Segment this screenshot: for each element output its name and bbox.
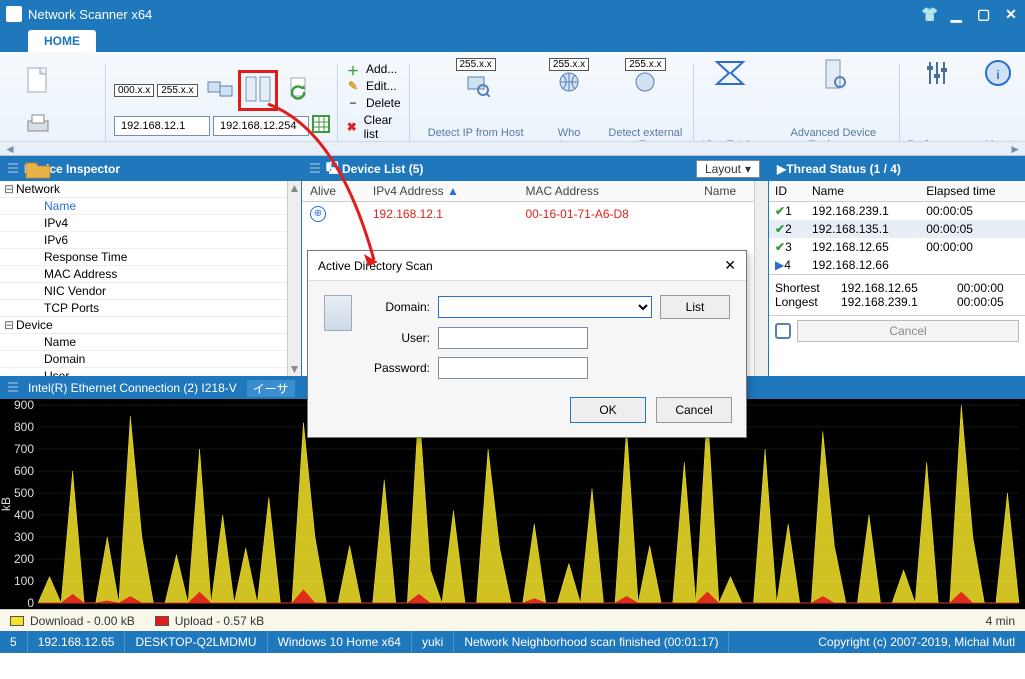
status-bar: 5 192.168.12.65 DESKTOP-Q2LMDMU Windows … <box>0 631 1025 653</box>
svg-text:i: i <box>996 68 999 82</box>
ribbon-group-range: 000.x.x 255.x.x 192.168.12.1 192.168.12.… <box>106 58 338 151</box>
print-icon[interactable] <box>18 104 58 144</box>
ribbon-group-file <box>4 58 106 151</box>
svg-text:700: 700 <box>14 442 34 456</box>
svg-text:600: 600 <box>14 464 34 478</box>
svg-text:0: 0 <box>27 596 34 609</box>
dialog-close-icon[interactable]: ✕ <box>724 257 736 274</box>
inspector-scrollbar[interactable]: ▲▼ <box>287 181 301 376</box>
svg-text:800: 800 <box>14 420 34 434</box>
nic-name-2: イーサ <box>247 380 295 397</box>
inspector-field[interactable]: Response Time <box>0 249 301 266</box>
delete-button[interactable]: −Delete <box>346 96 401 110</box>
window-title: Network Scanner x64 <box>28 7 913 22</box>
ip-from-input[interactable]: 192.168.12.1 <box>114 116 210 136</box>
nic-name: Intel(R) Ethernet Connection (2) I218-V <box>28 381 237 395</box>
svg-text:900: 900 <box>14 399 34 412</box>
password-input[interactable] <box>438 357 588 379</box>
thread-row[interactable]: ✔2192.168.135.100:00:05 <box>769 220 1025 238</box>
ribbon-about[interactable]: i About <box>975 58 1021 151</box>
stop-icon[interactable] <box>775 323 791 339</box>
inspector-field[interactable]: MAC Address <box>0 266 301 283</box>
table-row: ⊕ 192.168.12.1 00-16-01-71-A6-D8 <box>302 202 768 226</box>
svg-text:kB: kB <box>0 497 13 511</box>
add-button[interactable]: ＋Add... <box>346 62 397 76</box>
layout-dropdown[interactable]: Layout▾ <box>696 160 760 178</box>
inspector-field[interactable]: IPv6 <box>0 232 301 249</box>
device-inspector-pane: Device Inspector ⊟Network Name IPv4IPv6R… <box>0 157 302 376</box>
tab-strip: HOME <box>0 28 1025 52</box>
edit-button[interactable]: ✎Edit... <box>346 79 397 93</box>
minimize-icon[interactable]: ▁ <box>948 6 964 23</box>
ribbon-adv-explorer[interactable]: Advanced Device Explorer... <box>767 58 900 151</box>
refresh-range-icon[interactable] <box>287 75 313 106</box>
inspector-field[interactable]: IPv4 <box>0 215 301 232</box>
ribbon-virustotal[interactable]: VirusTotal... <box>694 58 767 151</box>
cancel-threads-button[interactable]: Cancel <box>797 320 1019 342</box>
active-directory-button[interactable] <box>238 70 278 111</box>
tab-home[interactable]: HOME <box>28 30 96 52</box>
active-directory-dialog: Active Directory Scan✕ Domain:List User:… <box>307 250 747 438</box>
device-list-table[interactable]: Alive IPv4 Address ▲ MAC Address Name ⊕ … <box>302 181 768 225</box>
inspector-field[interactable]: NIC Vendor <box>0 283 301 300</box>
svg-text:300: 300 <box>14 530 34 544</box>
theme-icon[interactable]: 👕 <box>921 6 937 23</box>
thread-table: IDNameElapsed time ✔1192.168.239.100:00:… <box>769 181 1025 274</box>
ribbon-preferences[interactable]: Preferences <box>900 58 975 151</box>
svg-text:100: 100 <box>14 574 34 588</box>
app-icon <box>6 6 22 22</box>
maximize-icon[interactable]: ▢ <box>976 6 992 23</box>
new-icon[interactable] <box>18 60 58 100</box>
ribbon-detect-ext[interactable]: 255.x.x Detect external IP... <box>597 58 693 151</box>
ribbon-whois[interactable]: 255.x.x Who Is... <box>541 58 597 151</box>
svg-text:200: 200 <box>14 552 34 566</box>
chevron-right-icon[interactable]: ▶ <box>777 162 786 176</box>
inspector-field[interactable]: Name <box>0 334 301 351</box>
inspector-tree[interactable]: ⊟Network Name IPv4IPv6Response TimeMAC A… <box>0 181 301 376</box>
ok-button[interactable]: OK <box>570 397 646 423</box>
ribbon-group-edit: ＋Add... ✎Edit... −Delete ✖Clear list <box>338 58 410 151</box>
thread-row[interactable]: ▶4192.168.12.66 <box>769 256 1025 274</box>
clear-list-button[interactable]: ✖Clear list <box>346 113 402 141</box>
thread-status-title: Thread Status (1 / 4) <box>786 162 901 176</box>
devlist-scrollbar[interactable] <box>754 181 768 376</box>
thread-row[interactable]: ✔1192.168.239.100:00:05 <box>769 202 1025 221</box>
svg-text:500: 500 <box>14 486 34 500</box>
ribbon: 000.x.x 255.x.x 192.168.12.1 192.168.12.… <box>0 52 1025 156</box>
user-input[interactable] <box>438 327 588 349</box>
ghost-ip2: 255.x.x <box>157 84 197 97</box>
inspector-field[interactable]: TCP Ports <box>0 300 301 317</box>
close-icon[interactable]: ✕ <box>1003 6 1019 23</box>
device-list-title: Device List (5) <box>342 162 423 176</box>
thread-row[interactable]: ✔3192.168.12.6500:00:00 <box>769 238 1025 256</box>
device-list-icon: 🖳 <box>326 159 342 180</box>
title-bar: Network Scanner x64 👕 ▁ ▢ ✕ <box>0 0 1025 28</box>
list-button[interactable]: List <box>660 295 730 319</box>
cancel-button[interactable]: Cancel <box>656 397 732 423</box>
dialog-title: Active Directory Scan <box>318 259 433 273</box>
thread-status-pane: ▶ Thread Status (1 / 4) IDNameElapsed ti… <box>769 157 1025 376</box>
grid-icon[interactable] <box>312 115 330 136</box>
server-icon <box>324 295 352 331</box>
globe-icon: ⊕ <box>310 206 326 222</box>
ip-to-input[interactable]: 192.168.12.254 <box>213 116 309 136</box>
inspector-field[interactable]: Domain <box>0 351 301 368</box>
inspector-field[interactable]: User <box>0 368 301 376</box>
ribbon-detect-ip[interactable]: 255.x.x Detect IP from Host name... <box>410 58 541 151</box>
computers-icon[interactable] <box>207 78 235 103</box>
ribbon-scroll[interactable]: ◄► <box>0 141 1025 155</box>
chart-legend: Download - 0.00 kB Upload - 0.57 kB 4 mi… <box>0 609 1025 631</box>
domain-select[interactable] <box>438 296 652 318</box>
svg-text:400: 400 <box>14 508 34 522</box>
ghost-ip1: 000.x.x <box>114 84 154 97</box>
